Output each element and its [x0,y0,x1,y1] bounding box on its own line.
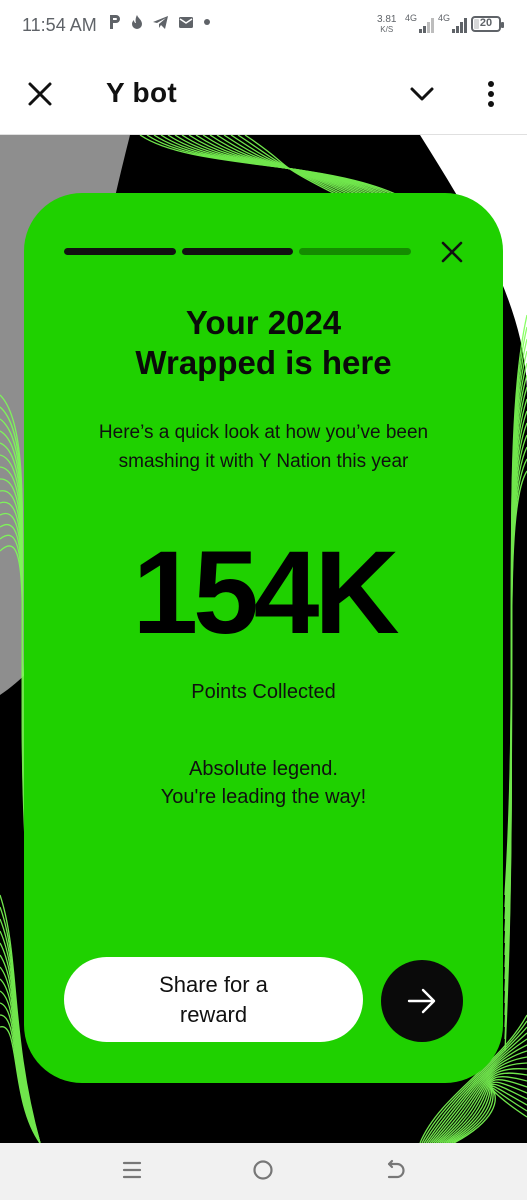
subtitle-line: Here’s a quick look at how you’ve been [98,422,429,443]
progress-segment [64,248,176,255]
wrapped-card: Your 2024 Wrapped is here Here’s a quick… [24,193,503,1083]
back-icon[interactable] [384,1159,406,1181]
network-type-2: 4G [438,13,451,23]
share-label-line: reward [179,1001,248,1027]
arrow-right-icon [407,988,436,1014]
story-message: Absolute legend. You're leading the way! [24,755,503,811]
mail-icon [179,16,193,28]
progress-segment [181,248,294,255]
close-story-icon[interactable] [438,238,466,266]
battery-percent: 20 [479,17,493,29]
message-line: You're leading the way! [160,786,367,808]
points-label: Points Collected [191,681,336,703]
notification-icons [108,14,211,30]
signal-2: 4G [438,14,468,33]
signal-bars-icon [452,18,468,33]
progress-fill [181,248,294,255]
progress-segment [299,248,412,255]
recents-icon[interactable] [121,1159,143,1181]
signal-bars-icon [419,18,435,33]
speed-unit: K/S [380,25,394,34]
subtitle-line: smashing it with Y Nation this year [118,451,409,472]
progress-fill [64,248,176,255]
battery-indicator: 20 [471,16,504,32]
chevron-down-icon[interactable] [407,82,437,106]
status-time: 11:54 AM [22,15,97,35]
more-vertical-icon[interactable] [482,79,500,109]
dot-icon [204,19,210,25]
message-line: Absolute legend. [188,758,338,780]
system-nav-bar [0,1143,527,1200]
network-type-1: 4G [405,13,418,23]
close-icon[interactable] [26,80,54,108]
points-value: 154K [132,527,399,659]
story-title: Your 2024 Wrapped is here [24,303,503,383]
share-label-line: Share for a [159,971,268,997]
p-app-icon [110,15,120,29]
story-subtitle: Here’s a quick look at how you’ve been s… [54,418,473,476]
speed-value: 3.81 [377,14,397,25]
share-for-reward-button[interactable]: Share for a reward [64,957,363,1042]
title-line: Your 2024 [185,304,342,341]
app-header: Y bot [0,52,527,135]
story-progress [64,248,412,255]
chat-title: Y bot [106,77,177,108]
flame-icon [132,15,142,29]
signal-1: 4G [405,14,435,33]
title-line: Wrapped is here [135,344,392,381]
next-button[interactable] [381,960,463,1042]
telegram-icon [153,15,168,29]
home-icon[interactable] [252,1159,274,1181]
network-speed: 3.81 K/S [377,15,396,35]
status-bar: 11:54 AM 3.81 K/S 4G 4G 20 [0,0,527,52]
